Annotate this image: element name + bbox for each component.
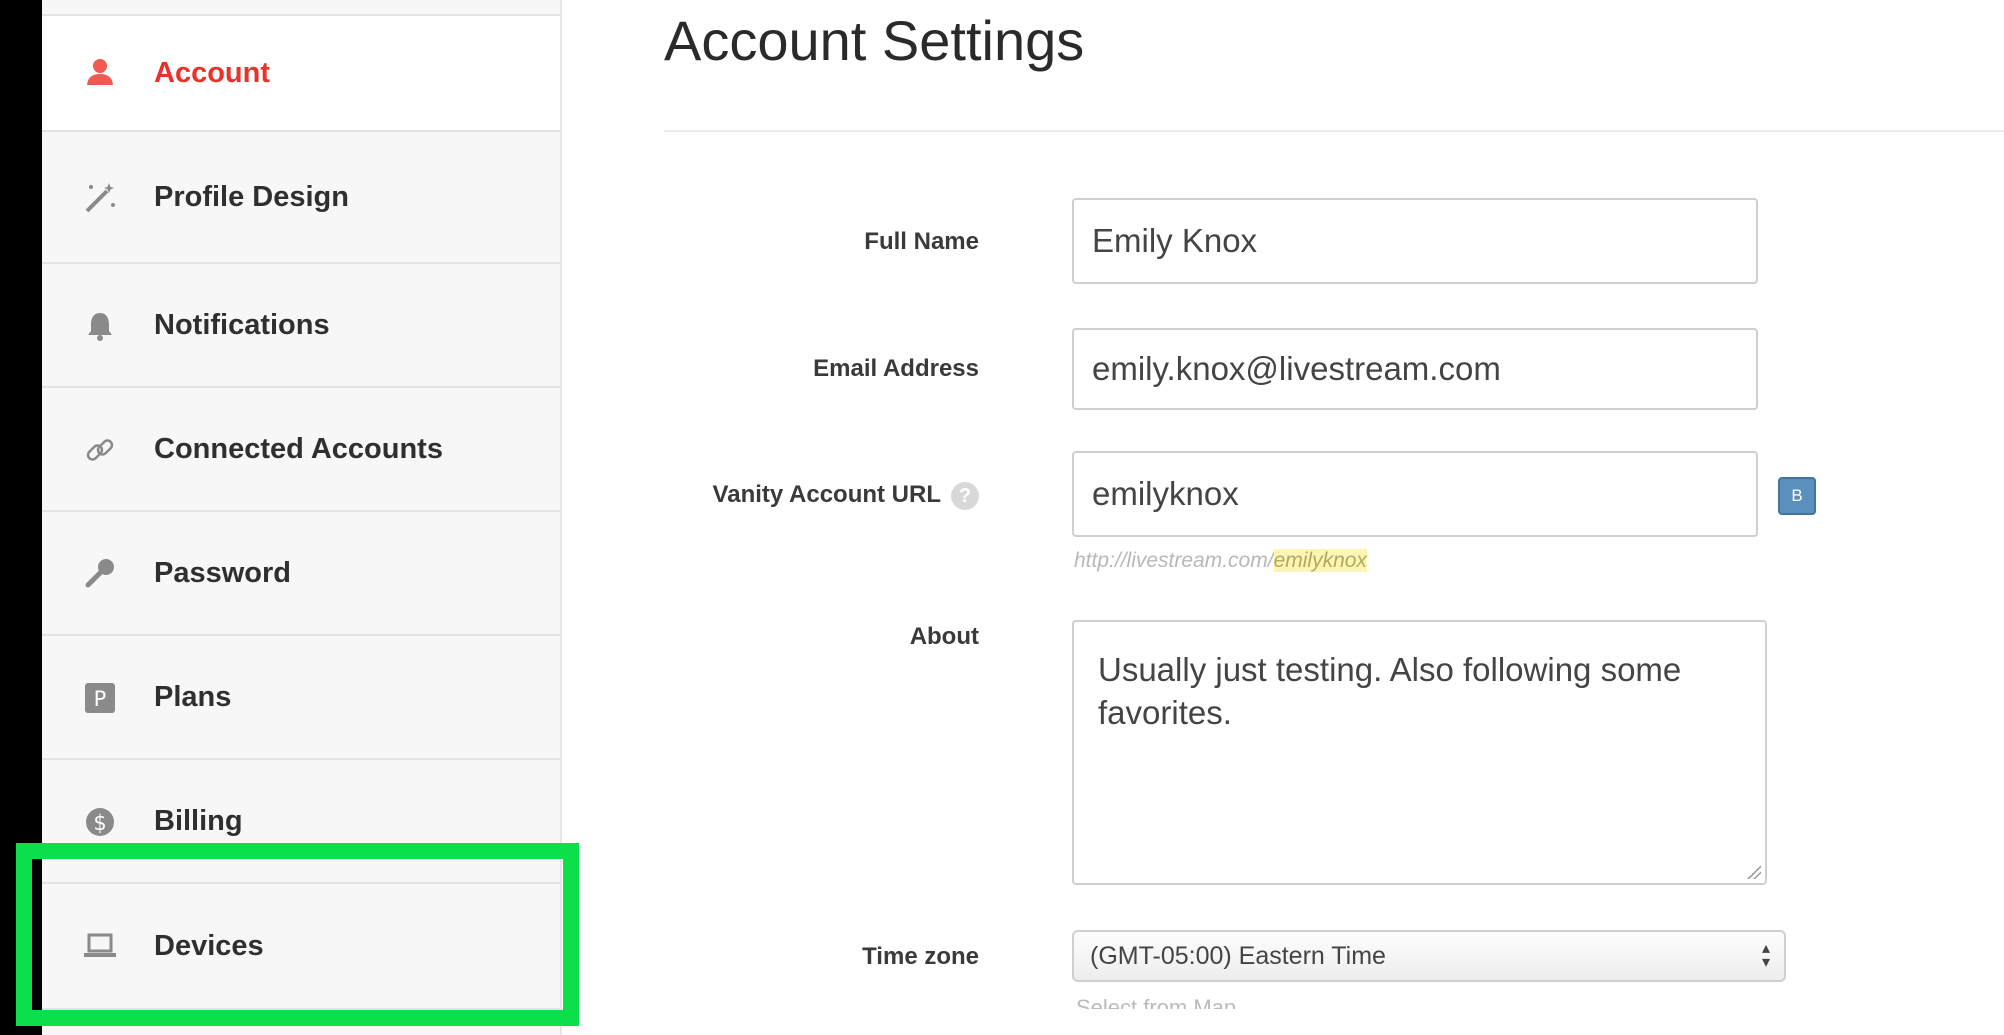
sidebar-item-label: Plans (154, 680, 232, 713)
key-icon (82, 556, 118, 592)
timezone-select[interactable]: (GMT-05:00) Eastern Time ▴ ▾ (1072, 930, 1786, 982)
sidebar-item-password[interactable]: Password (42, 512, 560, 636)
sidebar-top-item-edge (42, 0, 560, 16)
sidebar-item-notifications[interactable]: Notifications (42, 264, 560, 388)
vanity-url-preview: http://livestream.com/emilyknox (1074, 549, 1367, 573)
url-slug-highlight: emilyknox (1273, 549, 1367, 572)
sidebar-item-label: Devices (154, 929, 264, 962)
user-icon (82, 54, 118, 90)
plans-p-icon: P (82, 680, 118, 716)
bell-icon (82, 308, 118, 344)
select-arrows-icon: ▴ ▾ (1761, 940, 1770, 971)
about-label: About (909, 623, 979, 650)
sidebar-item-label: Billing (154, 804, 243, 837)
vanity-url-field[interactable]: emilyknox (1072, 451, 1758, 537)
vanity-url-label-group: Vanity Account URL? (713, 481, 979, 510)
title-divider (664, 130, 2004, 132)
laptop-icon (82, 928, 118, 964)
vanity-url-label: Vanity Account URL (712, 481, 941, 508)
full-name-label: Full Name (864, 228, 979, 255)
left-black-bar (0, 0, 42, 1035)
sidebar-item-label: Profile Design (154, 180, 349, 213)
email-label: Email Address (813, 355, 979, 382)
sidebar-item-billing[interactable]: $ Billing (42, 760, 560, 884)
svg-text:P: P (94, 687, 107, 711)
timezone-value: (GMT-05:00) Eastern Time (1090, 941, 1386, 970)
page-title: Account Settings (664, 9, 1085, 72)
about-text: Usually just testing. Also following som… (1098, 651, 1682, 731)
sidebar-item-connected-accounts[interactable]: Connected Accounts (42, 388, 560, 512)
resize-grip-icon[interactable] (1747, 865, 1761, 879)
sidebar-item-label: Account (154, 56, 270, 89)
url-prefix: http://livestream.com/ (1074, 549, 1274, 572)
sidebar-item-account[interactable]: Account (42, 16, 560, 132)
help-icon[interactable]: ? (951, 481, 979, 510)
full-name-field[interactable]: Emily Knox (1072, 198, 1758, 284)
link-icon (82, 432, 118, 468)
svg-text:$: $ (93, 811, 106, 835)
timezone-label: Time zone (862, 943, 979, 970)
magic-wand-icon (82, 180, 118, 216)
timezone-hint: Select from Map (1076, 995, 1237, 1009)
about-textarea[interactable]: Usually just testing. Also following som… (1072, 620, 1767, 885)
dollar-circle-icon: $ (82, 804, 118, 840)
vanity-url-b-badge[interactable]: B (1778, 477, 1816, 515)
sidebar-item-label: Connected Accounts (154, 432, 443, 465)
sidebar-item-label: Notifications (154, 308, 330, 341)
email-field[interactable]: emily.knox@livestream.com (1072, 328, 1758, 410)
sidebar-item-profile-design[interactable]: Profile Design (42, 132, 560, 264)
sidebar-item-devices[interactable]: Devices (42, 884, 560, 1010)
sidebar-item-plans[interactable]: P Plans (42, 636, 560, 760)
sidebar-item-label: Password (154, 556, 291, 589)
